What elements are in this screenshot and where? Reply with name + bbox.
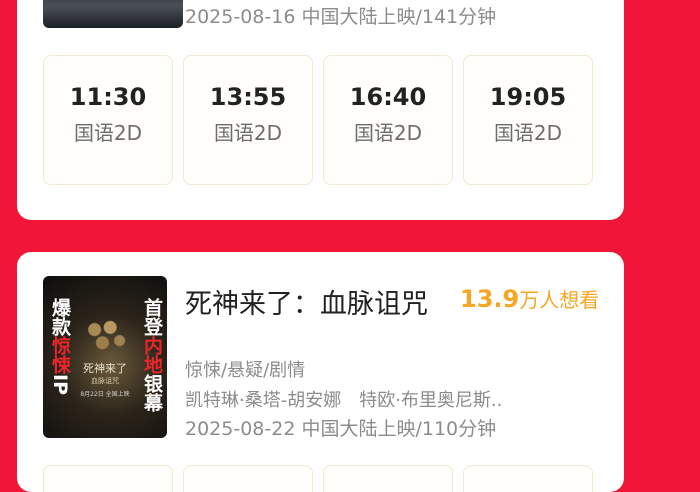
poster-text: 惊悚 bbox=[49, 336, 71, 374]
poster-subtitle: 血脉诅咒 bbox=[91, 377, 119, 385]
showtime-time: 11:30 bbox=[69, 83, 147, 111]
poster-text: IP bbox=[49, 374, 71, 395]
poster-date: 8月22日 全国上映 bbox=[80, 391, 130, 398]
movie-poster[interactable]: 爆款惊悚IP 首登内地银幕 死神来了 血脉诅咒 8月22日 全国上映 bbox=[43, 276, 167, 438]
want-count: 13.9 bbox=[460, 285, 520, 313]
poster-text: 首登 bbox=[141, 298, 163, 336]
poster-artwork bbox=[79, 312, 131, 356]
showtime-format: 国语2D bbox=[73, 121, 143, 145]
showtime-time: 16:40 bbox=[349, 83, 427, 111]
poster-text: 内地 bbox=[141, 336, 163, 374]
movie-title[interactable]: 死神来了：血脉诅咒 bbox=[185, 282, 428, 321]
showtime-format: 国语2D bbox=[493, 121, 563, 145]
showtime-list bbox=[43, 465, 599, 492]
release-info: 2025-08-22 中国大陆上映/110分钟 bbox=[185, 418, 497, 440]
release-info: 2025-08-16 中国大陆上映/141分钟 bbox=[185, 6, 497, 28]
movie-cast: 凯特琳·桑塔-胡安娜 特欧·布里奥尼斯.. bbox=[185, 390, 503, 411]
showtime-button[interactable] bbox=[463, 465, 593, 492]
showtime-button[interactable]: 13:55 国语2D bbox=[183, 55, 313, 185]
showtime-button[interactable]: 16:40 国语2D bbox=[323, 55, 453, 185]
movie-card-1[interactable]: 2025-08-16 中国大陆上映/141分钟 11:30 国语2D 13:55… bbox=[17, 0, 624, 220]
poster-right-text: 首登内地银幕 bbox=[139, 298, 163, 412]
want-unit: 万人想看 bbox=[519, 288, 600, 312]
showtime-list: 11:30 国语2D 13:55 国语2D 16:40 国语2D 19:05 国… bbox=[43, 55, 599, 187]
showtime-format: 国语2D bbox=[353, 121, 423, 145]
showtime-button[interactable] bbox=[43, 465, 173, 492]
movie-poster[interactable] bbox=[43, 0, 183, 28]
poster-text: 银幕 bbox=[141, 374, 163, 412]
showtime-time: 19:05 bbox=[489, 83, 567, 111]
showtime-button[interactable]: 11:30 国语2D bbox=[43, 55, 173, 185]
poster-title: 死神来了 bbox=[83, 362, 127, 375]
want-to-see-count: 13.9万人想看 bbox=[460, 284, 599, 313]
showtime-button[interactable] bbox=[323, 465, 453, 492]
showtime-button[interactable] bbox=[183, 465, 313, 492]
showtime-button[interactable]: 19:05 国语2D bbox=[463, 55, 593, 185]
poster-left-text: 爆款惊悚IP bbox=[47, 298, 71, 395]
poster-text: 爆款 bbox=[49, 298, 71, 336]
movie-card-2[interactable]: 爆款惊悚IP 首登内地银幕 死神来了 血脉诅咒 8月22日 全国上映 死神来了：… bbox=[17, 252, 624, 492]
movie-genre: 惊悚/悬疑/剧情 bbox=[185, 360, 306, 381]
showtime-format: 国语2D bbox=[213, 121, 283, 145]
showtime-time: 13:55 bbox=[209, 83, 287, 111]
